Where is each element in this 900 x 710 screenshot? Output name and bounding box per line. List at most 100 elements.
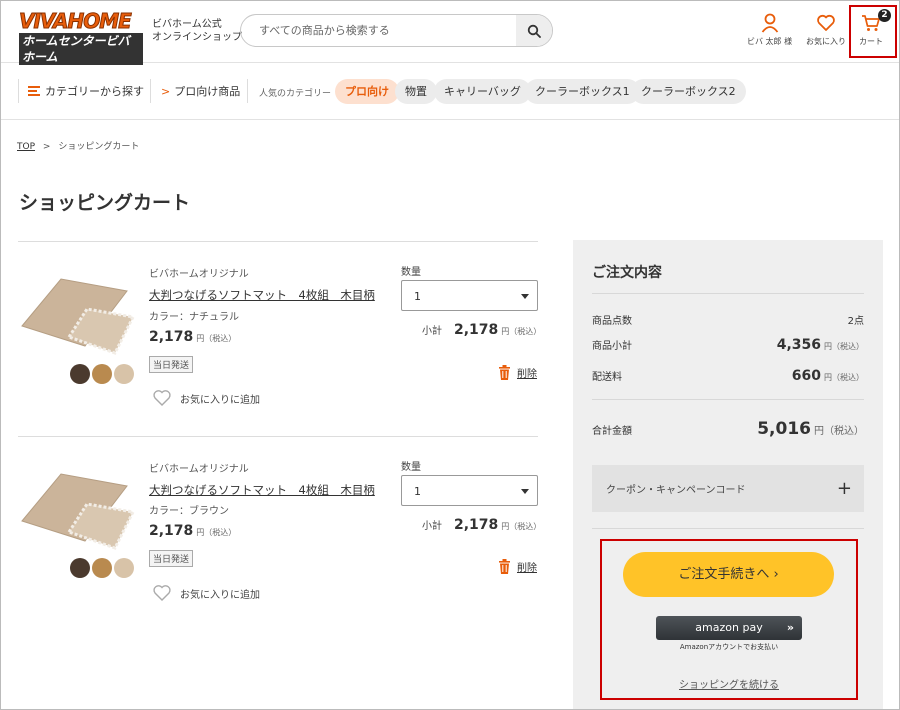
divider: [592, 528, 864, 529]
total-row: 合計金額 5,016 円（税込）: [592, 419, 864, 439]
chip-storage-shed[interactable]: 物置: [395, 79, 437, 104]
shop-subtitle: ビバホーム公式 オンラインショップ: [152, 18, 242, 44]
chip-cooler-box-1[interactable]: クーラーボックス1: [525, 79, 640, 104]
heart-outline-icon: [153, 585, 171, 601]
yen-tax-unit: 円（税込）: [824, 373, 864, 382]
quantity-value: 1: [414, 290, 421, 303]
checkout-highlight-box: ご注文手続きへ › amazon pay » Amazonアカウントでお支払い …: [600, 539, 858, 700]
favorites-label: お気に入り: [806, 37, 846, 46]
total-amount: 5,016: [757, 419, 811, 439]
breadcrumb-current: ショッピングカート: [58, 142, 140, 152]
dropdown-caret-icon: [521, 294, 529, 299]
cart-count-badge: 2: [878, 9, 891, 22]
user-icon: [761, 13, 778, 33]
total-value: 5,016 円（税込）: [757, 419, 864, 439]
item-count-label: 商品点数: [592, 316, 632, 327]
quantity-value: 1: [414, 485, 421, 498]
shipping-amount: 660: [791, 368, 821, 384]
search-input[interactable]: [241, 15, 516, 46]
add-to-favorites-label: お気に入りに追加: [180, 589, 260, 601]
summary-subtotal-amount: 4,356: [776, 337, 821, 353]
subtotal-unit: 円（税込）: [501, 327, 542, 336]
price-unit: 円（税込）: [196, 528, 237, 537]
breadcrumb-top-link[interactable]: TOP: [17, 142, 35, 152]
trash-icon: [499, 365, 510, 380]
subtotal-label: 小計: [422, 521, 442, 532]
coupon-label: クーポン・キャンペーンコード: [606, 485, 746, 496]
quantity-label: 数量: [401, 267, 421, 278]
quantity-select[interactable]: 1: [401, 475, 538, 506]
delete-item-button[interactable]: 削除: [498, 559, 537, 574]
product-color: カラー：ブラウン: [149, 506, 229, 517]
category-menu-button[interactable]: カテゴリーから探す: [28, 79, 144, 103]
shipping-label: 配送料: [592, 372, 622, 383]
subtotal-value: 2,178: [454, 322, 499, 338]
divider: [592, 293, 864, 294]
add-to-favorites-button[interactable]: お気に入りに追加: [152, 389, 260, 407]
quantity-select[interactable]: 1: [401, 280, 538, 311]
product-brand: ビバホームオリジナル: [149, 269, 249, 280]
shipping-row: 配送料 660 円（税込）: [592, 368, 864, 384]
product-name-link[interactable]: 大判つなげるソフトマット 4枚組 木目柄: [149, 287, 375, 303]
hamburger-icon: [28, 86, 40, 96]
subtotal-unit: 円（税込）: [501, 522, 542, 531]
summary-subtotal-value: 4,356 円（税込）: [777, 337, 864, 353]
chevron-right-icon: >: [161, 84, 171, 98]
chip-pro[interactable]: プロ向け: [335, 79, 399, 104]
continue-shopping-link[interactable]: ショッピングを続ける: [602, 676, 856, 691]
item-count-value: 2点: [847, 316, 864, 327]
site-logo[interactable]: VIVAHOME ホームセンタービバホーム: [19, 9, 143, 65]
divider: [247, 79, 248, 103]
order-summary-title: ご注文内容: [592, 265, 662, 281]
product-color: カラー：ナチュラル: [149, 312, 239, 323]
trash-icon: [499, 559, 510, 574]
coupon-code-toggle[interactable]: クーポン・キャンペーンコード +: [592, 465, 864, 512]
logo-subtitle: ホームセンタービバホーム: [19, 33, 143, 65]
price-value: 2,178: [149, 523, 194, 539]
product-brand: ビバホームオリジナル: [149, 464, 249, 475]
delete-label: 削除: [517, 563, 537, 574]
yen-tax-unit: 円（税込）: [814, 426, 864, 437]
amazon-pay-note: Amazonアカウントでお支払い: [679, 643, 779, 651]
summary-subtotal-label: 商品小計: [592, 341, 632, 352]
price-unit: 円（税込）: [196, 334, 237, 343]
favorites-link[interactable]: お気に入り: [806, 13, 846, 47]
divider: [592, 399, 864, 400]
heart-outline-icon: [153, 390, 171, 406]
add-to-favorites-button[interactable]: お気に入りに追加: [152, 584, 260, 602]
subtotal-row: 商品小計 4,356 円（税込）: [592, 337, 864, 353]
proceed-to-checkout-button[interactable]: ご注文手続きへ ›: [623, 552, 834, 597]
item-subtotal: 小計 2,178 円（税込）: [422, 517, 541, 533]
double-chevron-icon: »: [786, 621, 794, 634]
breadcrumb: TOP > ショッピングカート: [17, 139, 139, 152]
user-account-link[interactable]: ビバ 太郎 様: [747, 13, 792, 47]
amazon-pay-button[interactable]: amazon pay »: [656, 616, 802, 640]
category-bar: カテゴリーから探す > プロ向け商品 人気のカテゴリー プロ向け 物置 キャリー…: [1, 63, 899, 120]
search-button[interactable]: [516, 15, 552, 46]
product-image[interactable]: [19, 466, 135, 558]
chip-cooler-box-2[interactable]: クーラーボックス2: [631, 79, 746, 104]
product-price: 2,178 円（税込）: [149, 523, 236, 539]
page-frame: VIVAHOME ホームセンタービバホーム ビバホーム公式 オンラインショップ …: [0, 0, 900, 710]
divider: [18, 79, 19, 103]
logo-wordmark: VIVAHOME: [19, 9, 133, 33]
color-swatches: [70, 364, 134, 384]
add-to-favorites-label: お気に入りに追加: [180, 394, 260, 406]
page-title: ショッピングカート: [19, 192, 191, 214]
color-swatches: [70, 558, 134, 578]
quantity-label: 数量: [401, 462, 421, 473]
item-count-row: 商品点数 2点: [592, 312, 864, 327]
shop-subtitle-line2: オンラインショップ: [152, 32, 242, 43]
delete-label: 削除: [517, 369, 537, 380]
pro-products-link[interactable]: > プロ向け商品: [161, 79, 240, 103]
chip-carry-bag[interactable]: キャリーバッグ: [434, 79, 531, 104]
same-day-shipping-badge: 当日発送: [149, 356, 194, 373]
same-day-shipping-badge: 当日発送: [149, 550, 194, 567]
delete-item-button[interactable]: 削除: [498, 365, 537, 380]
dropdown-caret-icon: [521, 489, 529, 494]
shop-subtitle-line1: ビバホーム公式: [152, 19, 222, 30]
total-label: 合計金額: [592, 426, 632, 437]
popular-categories-label: 人気のカテゴリー: [259, 89, 332, 99]
product-image[interactable]: [19, 271, 135, 363]
product-name-link[interactable]: 大判つなげるソフトマット 4枚組 木目柄: [149, 482, 375, 498]
